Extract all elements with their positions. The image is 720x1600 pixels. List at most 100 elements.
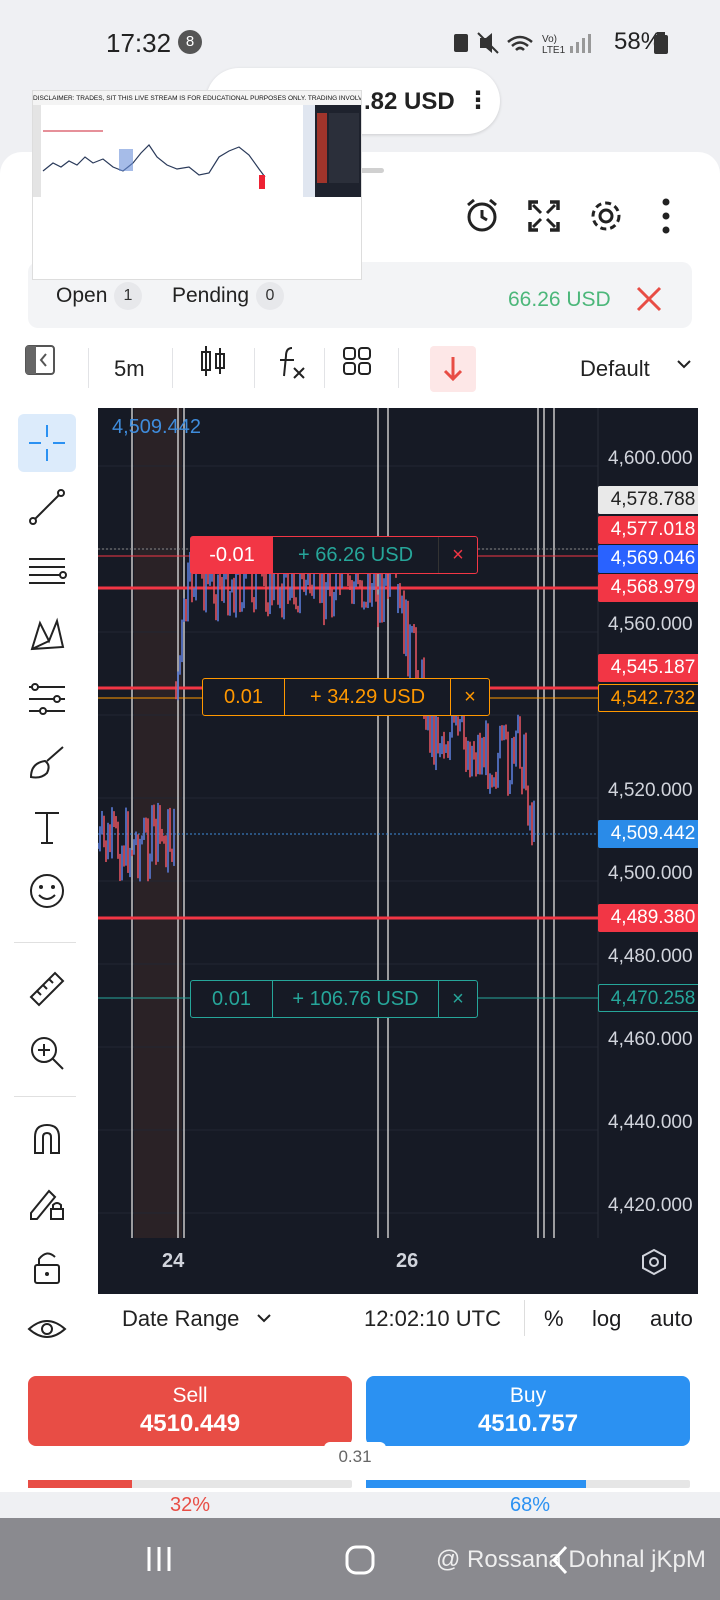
unlock-icon xyxy=(34,1252,60,1284)
buy-button[interactable]: Buy 4510.757 xyxy=(366,1376,690,1446)
crosshair-tool[interactable] xyxy=(18,414,76,472)
timeframe-selector[interactable]: 5m xyxy=(114,356,145,382)
utc-clock: 12:02:10 UTC xyxy=(364,1306,501,1331)
toolbar-separator xyxy=(324,348,325,388)
close-order-icon[interactable]: × xyxy=(439,981,477,1017)
stream-chart-thumbnail xyxy=(33,105,361,197)
axis-price-label: 4,440.000 xyxy=(608,1112,693,1133)
stream-video: DISCLAIMER: TRADES, SIT THIS LIVE STREAM… xyxy=(33,91,362,197)
fullscreen-icon[interactable] xyxy=(524,196,564,236)
order-qty: -0.01 xyxy=(191,537,273,573)
tool-separator xyxy=(14,942,76,943)
tab-pending[interactable]: Pending xyxy=(172,284,249,308)
axis-price-label: 4,500.000 xyxy=(608,863,693,884)
zoom-tool[interactable] xyxy=(18,1024,76,1082)
emoji-tool[interactable] xyxy=(18,862,76,920)
sim-icon xyxy=(454,34,468,52)
chevron-down-icon[interactable] xyxy=(256,1312,272,1324)
fib-tool[interactable] xyxy=(18,542,76,600)
alarm-icon[interactable] xyxy=(462,196,502,236)
home-icon[interactable] xyxy=(344,1544,376,1576)
lock-drawings-tool[interactable] xyxy=(18,1174,76,1232)
log-scale-toggle[interactable]: log xyxy=(592,1306,621,1332)
measure-tool[interactable] xyxy=(18,960,76,1018)
ruler-icon xyxy=(29,971,65,1007)
recent-apps-icon[interactable] xyxy=(144,1544,174,1574)
sell-price: 4510.449 xyxy=(139,1410,241,1437)
pencil-lock-icon xyxy=(30,1189,64,1220)
more-options-icon[interactable] xyxy=(646,196,686,236)
text-icon xyxy=(35,812,59,844)
account-balance: .82 USD xyxy=(364,88,455,115)
crosshair-icon xyxy=(29,425,65,461)
notification-count-badge: 8 xyxy=(178,30,202,54)
pattern-tool[interactable] xyxy=(18,606,76,664)
levels-icon xyxy=(29,683,65,715)
price-tag-level: 4,568.979 xyxy=(598,574,698,602)
candlestick-icon[interactable] xyxy=(198,344,228,378)
prediction-tool[interactable] xyxy=(18,670,76,728)
text-tool[interactable] xyxy=(18,798,76,856)
trend-line-icon xyxy=(29,489,65,525)
toolbar-separator xyxy=(88,348,89,388)
buy-sentiment-fill xyxy=(366,1480,587,1488)
indicators-icon[interactable] xyxy=(276,344,308,380)
gear-icon[interactable] xyxy=(586,196,626,236)
auto-scale-toggle[interactable]: auto xyxy=(650,1306,693,1332)
crosshair-price-label: 4,509.442 xyxy=(112,416,201,438)
price-tag-last-high: 4,578.788 xyxy=(598,486,698,514)
more-vertical-icon[interactable]: ⋮ xyxy=(466,86,490,115)
open-count-badge: 1 xyxy=(114,282,142,310)
svg-text:Vo): Vo) xyxy=(542,34,557,45)
price-tag-current: 4,569.046 xyxy=(598,545,698,573)
close-order-icon[interactable]: × xyxy=(451,679,489,715)
order-qty: 0.01 xyxy=(191,981,273,1017)
brush-tool[interactable] xyxy=(18,734,76,792)
price-chart[interactable]: 4,509.442 4,600.000 4,560.000 4,520.000 … xyxy=(98,408,698,1272)
close-all-icon[interactable] xyxy=(634,284,664,314)
sell-sentiment-fill xyxy=(28,1480,132,1488)
axis-price-label: 4,460.000 xyxy=(608,1029,693,1050)
price-tag-level: 4,545.187 xyxy=(598,654,698,682)
price-tag-stop-loss: 4,577.018 xyxy=(598,516,698,544)
order-line-pending[interactable]: 0.01 + 34.29 USD × xyxy=(202,678,490,716)
separator xyxy=(524,1300,525,1336)
sell-direction-button[interactable] xyxy=(430,346,476,392)
watermark: @ Rossana Dohnal jKpM xyxy=(436,1546,706,1573)
visibility-tool[interactable] xyxy=(18,1300,76,1358)
toggle-sidebar-icon[interactable] xyxy=(24,344,56,376)
axis-price-label: 4,420.000 xyxy=(608,1195,693,1216)
buy-sentiment-percent: 68% xyxy=(510,1494,551,1516)
lock-all-tool[interactable] xyxy=(18,1238,76,1296)
axis-price-label: 4,560.000 xyxy=(608,614,693,635)
close-order-icon[interactable]: × xyxy=(439,537,477,573)
order-qty: 0.01 xyxy=(203,679,285,715)
toolbar-separator xyxy=(398,348,399,388)
chart-settings-hex-icon[interactable] xyxy=(640,1248,668,1276)
status-clock: 17:32 xyxy=(106,28,172,58)
price-tag-crosshair: 4,509.442 xyxy=(598,820,698,848)
stream-disclaimer-banner: DISCLAIMER: TRADES, SIT THIS LIVE STREAM… xyxy=(33,95,362,102)
tab-open[interactable]: Open xyxy=(56,284,107,308)
eye-icon xyxy=(27,1320,67,1338)
sell-button[interactable]: Sell 4510.449 xyxy=(28,1376,352,1446)
chevron-down-icon[interactable] xyxy=(676,358,692,370)
svg-text:LTE1: LTE1 xyxy=(542,45,566,56)
order-line-take-profit[interactable]: 0.01 + 106.76 USD × xyxy=(190,980,478,1018)
chart-layout-select[interactable]: Default xyxy=(580,356,650,382)
tool-separator xyxy=(14,1096,76,1097)
layout-grid-icon[interactable] xyxy=(342,346,372,376)
horizontal-lines-icon xyxy=(29,558,67,584)
date-range-selector[interactable]: Date Range xyxy=(122,1306,239,1332)
order-pnl: + 66.26 USD xyxy=(273,537,439,573)
axis-price-label: 4,520.000 xyxy=(608,780,693,801)
sell-label: Sell xyxy=(172,1384,208,1407)
percent-scale-toggle[interactable]: % xyxy=(544,1306,564,1332)
trend-line-tool[interactable] xyxy=(18,478,76,536)
live-stream-preview[interactable]: DISCLAIMER: TRADES, SIT THIS LIVE STREAM… xyxy=(32,90,362,280)
magnet-tool[interactable] xyxy=(18,1110,76,1168)
toolbar-separator xyxy=(172,348,173,388)
arrow-down-icon xyxy=(443,357,463,382)
order-line-position[interactable]: -0.01 + 66.26 USD × xyxy=(190,536,478,574)
axis-price-label: 4,600.000 xyxy=(608,448,693,469)
